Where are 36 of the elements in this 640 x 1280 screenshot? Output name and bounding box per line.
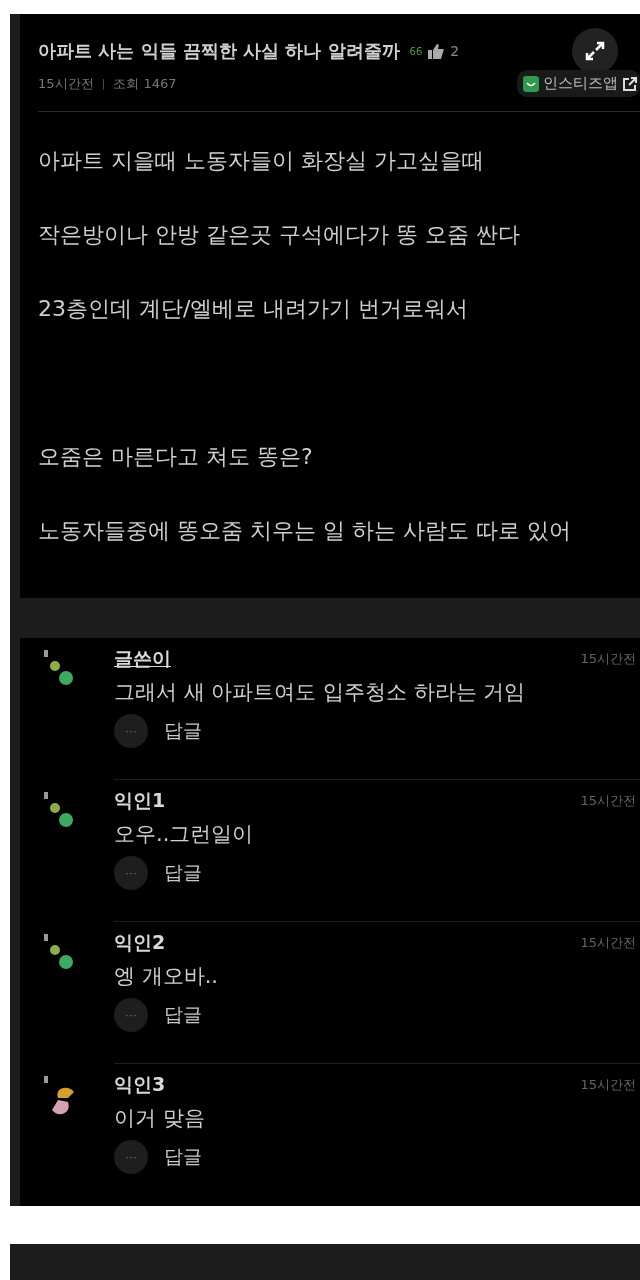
- app-link[interactable]: 인스티즈앱: [517, 70, 640, 97]
- comment-author: 글쓴이: [114, 646, 171, 671]
- post-text: 23층인데 계단/엘베로 내려가기 번거로워서: [38, 295, 470, 323]
- comment-author: 익인2: [114, 930, 166, 955]
- comment-time: 15시간전: [580, 934, 636, 952]
- expand-icon: [584, 40, 606, 62]
- comment-text: 그래서 새 아파트여도 입주청소 하라는 거임: [114, 679, 527, 706]
- post-text: 작은방이나 안방 같은곳 구석에다가 똥 오줌 싼다: [38, 221, 521, 249]
- external-link-icon: [622, 75, 638, 92]
- comment-time: 15시간전: [580, 1076, 636, 1094]
- comment-text: 이거 맞음: [114, 1105, 206, 1132]
- comment-author: 익인3: [114, 1072, 166, 1097]
- view-count: 조회 1467: [113, 74, 177, 93]
- comment-text: 엥 개오바..: [114, 963, 220, 990]
- post-title: 아파트 사는 익들 끔찍한 사실 하나 알려줄까: [38, 39, 400, 63]
- more-button[interactable]: ···: [114, 1140, 148, 1174]
- post-text: 아파트 지을때 노동자들이 화장실 가고싶을때: [38, 147, 485, 175]
- like-label: 66: [409, 45, 423, 57]
- separator: |: [101, 77, 106, 90]
- more-button[interactable]: ···: [114, 856, 148, 890]
- reply-button[interactable]: 답글: [164, 718, 202, 744]
- comment-time: 15시간전: [580, 792, 636, 810]
- comment-time: 15시간전: [580, 650, 636, 668]
- comment-author: 익인1: [114, 788, 166, 813]
- reply-button[interactable]: 답글: [164, 1002, 202, 1028]
- smile-icon: [523, 75, 539, 92]
- comment-text: 오우..그런일이: [114, 821, 255, 848]
- thumbs-up-icon: [428, 43, 445, 59]
- post-text: 오줌은 마른다고 쳐도 똥은?: [38, 443, 314, 471]
- more-button[interactable]: ···: [114, 714, 148, 748]
- like-count: 2: [450, 43, 460, 59]
- reply-button[interactable]: 답글: [164, 1144, 202, 1170]
- reply-button[interactable]: 답글: [164, 860, 202, 886]
- post-time: 15시간전: [38, 74, 94, 93]
- post-text: 노동자들중에 똥오줌 치우는 일 하는 사람도 따로 있어: [38, 517, 572, 545]
- more-button[interactable]: ···: [114, 998, 148, 1032]
